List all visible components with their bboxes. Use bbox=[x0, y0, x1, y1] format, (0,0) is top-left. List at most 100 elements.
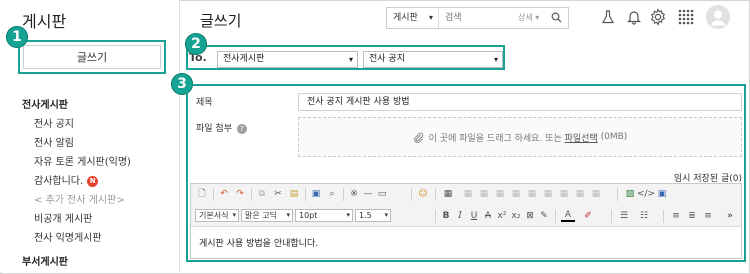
format-select[interactable]: 기본서식 ▾ bbox=[195, 209, 239, 222]
image-icon[interactable]: ▨ bbox=[623, 187, 637, 201]
callout-badge-2: 2 bbox=[185, 33, 207, 55]
attach-label: 파일 첨부 ? bbox=[196, 121, 247, 134]
sidebar-item-add-board[interactable]: < 추가 전사 게시판> bbox=[34, 191, 125, 206]
italic-icon[interactable]: I bbox=[453, 209, 467, 223]
new-badge: N bbox=[87, 175, 99, 187]
table-delete-col-icon[interactable]: ▦ bbox=[509, 187, 523, 201]
table-split-icon[interactable]: ▦ bbox=[541, 187, 555, 201]
align-left-icon[interactable]: ≡ bbox=[669, 209, 683, 223]
table-cell-icon[interactable]: ▦ bbox=[573, 187, 587, 201]
chevron-down-icon: ▾ bbox=[286, 211, 290, 219]
subscript-icon[interactable]: x₂ bbox=[509, 209, 523, 223]
clear-format-icon[interactable]: ⊠ bbox=[523, 209, 537, 223]
page-title: 글쓰기 bbox=[200, 12, 242, 30]
line-height-select-value: 1.5 bbox=[359, 211, 372, 220]
text-color-icon[interactable]: A bbox=[561, 209, 575, 222]
write-button-label: 글쓰기 bbox=[76, 51, 108, 64]
drop-size: (0MB) bbox=[600, 132, 628, 142]
gear-icon[interactable] bbox=[648, 7, 668, 27]
paste-icon[interactable]: ▤ bbox=[287, 187, 301, 201]
toolbar-separator bbox=[213, 188, 214, 201]
bold-icon[interactable]: B bbox=[439, 209, 453, 223]
editor-content[interactable]: 게시판 사용 방법을 안내합니다. bbox=[199, 236, 318, 249]
drop-text: 이 곳에 파일을 드래그 하세요. 또는 bbox=[428, 133, 562, 144]
board-select[interactable]: 전사게시판 ▾ bbox=[217, 51, 358, 68]
table-icon[interactable]: ▦ bbox=[441, 187, 455, 201]
copy-icon[interactable]: ⧉ bbox=[255, 187, 269, 201]
toolbar-separator bbox=[617, 188, 618, 201]
bell-icon[interactable] bbox=[624, 7, 644, 27]
toolbar-separator bbox=[305, 188, 306, 201]
font-size-select[interactable]: 10pt ▾ bbox=[295, 209, 353, 222]
strikethrough-icon[interactable]: A bbox=[481, 209, 495, 223]
chevron-down-icon: ▾ bbox=[428, 13, 433, 22]
help-icon[interactable]: ? bbox=[236, 123, 247, 134]
chevron-down-icon: ▾ bbox=[493, 55, 498, 64]
toolbar-separator bbox=[343, 188, 344, 201]
font-select[interactable]: 맑은 고딕 ▾ bbox=[241, 209, 293, 222]
callout-badge-3: 3 bbox=[171, 73, 193, 95]
sidebar-item-private[interactable]: 비공개 게시판 bbox=[34, 210, 92, 225]
sidebar-item-anonymous[interactable]: 전사 익명게시판 bbox=[34, 229, 102, 244]
table-delete-row-icon[interactable]: ▦ bbox=[493, 187, 507, 201]
category-select[interactable]: 전사 공지 ▾ bbox=[363, 51, 503, 68]
special-char-icon[interactable]: ※ bbox=[347, 187, 361, 201]
align-center-icon[interactable]: ≣ bbox=[685, 209, 699, 223]
sidebar-item-alert[interactable]: 전사 알림 bbox=[34, 134, 74, 149]
subject-label: 제목 bbox=[196, 98, 213, 108]
emoticon-icon[interactable]: ☺ bbox=[416, 187, 430, 201]
table-insert-col-icon[interactable]: ▦ bbox=[477, 187, 491, 201]
redo-icon[interactable]: ↷ bbox=[233, 187, 247, 201]
toolbar-separator bbox=[663, 210, 664, 223]
sidebar-item-thanks[interactable]: 감사합니다. N bbox=[34, 172, 99, 187]
html-source-icon[interactable]: </> bbox=[637, 187, 655, 201]
save-icon[interactable]: ▣ bbox=[309, 187, 323, 201]
format-painter-icon[interactable]: ✎ bbox=[537, 209, 551, 223]
sidebar-item-notice[interactable]: 전사 공지 bbox=[34, 115, 74, 130]
apps-grid-icon[interactable] bbox=[676, 7, 696, 27]
highlight-color-icon[interactable]: ✐ bbox=[581, 209, 595, 223]
toolbar-separator bbox=[251, 188, 252, 201]
sidebar-title: 게시판 bbox=[22, 12, 67, 31]
sidebar-group-department[interactable]: 부서게시판 bbox=[22, 253, 68, 268]
undo-icon[interactable]: ↶ bbox=[217, 187, 231, 201]
main-panel: 글쓰기 게시판▾ 상세 ▾ To. 전사게시판▾ 전사 공지▾ 제목 전사 공지… bbox=[180, 0, 748, 272]
toolbar-separator bbox=[555, 210, 556, 223]
new-document-icon[interactable]: 🗋 bbox=[195, 187, 209, 201]
flask-icon[interactable] bbox=[598, 7, 618, 27]
search-scope-label: 게시판 bbox=[393, 13, 418, 23]
table-insert-row-icon[interactable]: ▦ bbox=[461, 187, 475, 201]
preview-icon[interactable]: ▣ bbox=[655, 187, 669, 201]
find-icon[interactable]: ⌕ bbox=[325, 187, 339, 201]
align-right-icon[interactable]: ≡ bbox=[701, 209, 715, 223]
sidebar-group-company[interactable]: 전사게시판 bbox=[22, 96, 68, 111]
more-tools-icon[interactable]: » bbox=[723, 209, 737, 223]
insert-box-icon[interactable]: ▭ bbox=[375, 187, 389, 201]
rich-text-editor: 🗋 ↶ ↷ ⧉ ✂ ▤ ▣ ⌕ ※ — ▭ ☺ ▦ ▦ ▦ ▦ ▦ ▦ ▦ ▦ bbox=[190, 183, 742, 259]
file-select-link[interactable]: 파일선택 bbox=[565, 131, 598, 144]
format-select-value: 기본서식 bbox=[199, 211, 229, 220]
cut-icon[interactable]: ✂ bbox=[271, 187, 285, 201]
line-height-select[interactable]: 1.5 ▾ bbox=[355, 209, 391, 222]
ordered-list-icon[interactable]: ☰ bbox=[617, 209, 631, 223]
attach-label-text: 파일 첨부 bbox=[196, 124, 232, 134]
chevron-down-icon: ▾ bbox=[384, 211, 388, 219]
file-drop-zone[interactable]: 이 곳에 파일을 드래그 하세요. 또는 파일선택 (0MB) bbox=[298, 117, 742, 157]
search-scope-select[interactable]: 게시판 ▾ bbox=[387, 8, 439, 28]
subject-input[interactable]: 전사 공지 게시판 사용 방법 bbox=[298, 93, 742, 111]
search-bar: 게시판 ▾ 상세 ▾ bbox=[386, 7, 569, 29]
sidebar-item-free-discussion[interactable]: 자유 토론 게시판(익명) bbox=[34, 153, 131, 168]
horizontal-line-icon[interactable]: — bbox=[361, 187, 375, 201]
search-icon[interactable] bbox=[551, 12, 562, 26]
unordered-list-icon[interactable]: ☷ bbox=[637, 209, 651, 223]
table-style-icon[interactable]: ▦ bbox=[589, 187, 603, 201]
write-button[interactable]: 글쓰기 bbox=[18, 40, 166, 74]
chevron-down-icon: ▾ bbox=[348, 55, 353, 64]
table-props-icon[interactable]: ▦ bbox=[557, 187, 571, 201]
superscript-icon[interactable]: x² bbox=[495, 209, 509, 223]
table-merge-icon[interactable]: ▦ bbox=[525, 187, 539, 201]
advanced-search-toggle[interactable]: 상세 ▾ bbox=[518, 8, 539, 28]
avatar[interactable] bbox=[706, 5, 730, 29]
underline-icon[interactable]: U bbox=[467, 209, 481, 223]
search-input[interactable] bbox=[443, 10, 517, 26]
